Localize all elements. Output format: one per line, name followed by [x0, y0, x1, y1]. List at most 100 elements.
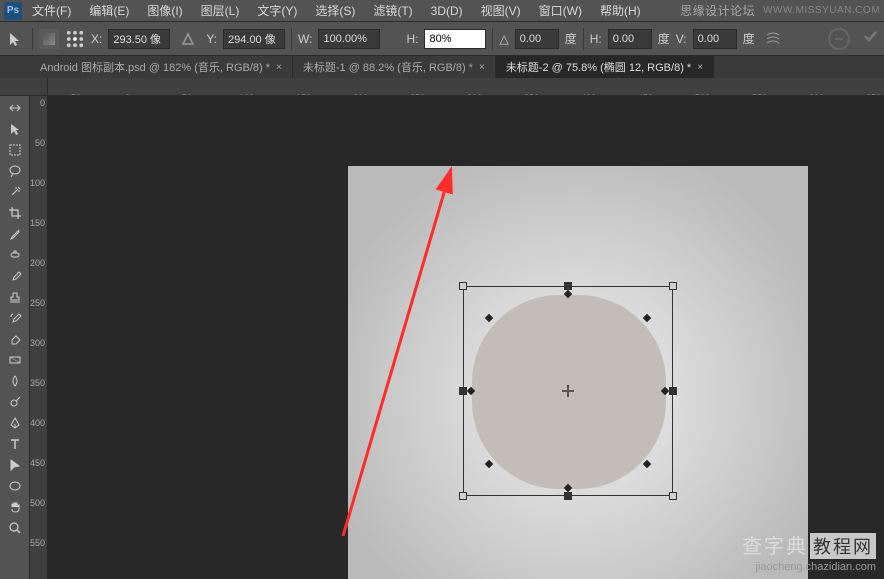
type-tool-icon[interactable]	[5, 434, 25, 454]
w-input[interactable]	[318, 29, 380, 49]
wand-tool-icon[interactable]	[5, 182, 25, 202]
y-input[interactable]	[223, 29, 285, 49]
healing-tool-icon[interactable]	[5, 245, 25, 265]
v-skew-unit: 度	[743, 30, 755, 47]
x-input[interactable]	[108, 29, 170, 49]
menu-window[interactable]: 窗口(W)	[531, 0, 590, 21]
h-skew-input[interactable]	[608, 29, 652, 49]
w-label: W:	[298, 32, 312, 46]
anchor-point[interactable]	[485, 314, 493, 322]
separator	[291, 28, 292, 50]
hand-tool-icon[interactable]	[5, 497, 25, 517]
cancel-transform-button[interactable]	[828, 28, 850, 50]
menu-file[interactable]: 文件(F)	[24, 0, 79, 21]
ruler-horizontal[interactable]: -500501001502002503003504004505005506006…	[0, 78, 884, 96]
stamp-tool-icon[interactable]	[5, 287, 25, 307]
center-point-icon[interactable]	[562, 385, 574, 397]
ref-point-icon[interactable]	[39, 29, 59, 49]
menubar: Ps 文件(F) 编辑(E) 图像(I) 图层(L) 文字(Y) 选择(S) 滤…	[0, 0, 884, 22]
h-input[interactable]	[424, 29, 486, 49]
watermark-top: 思缘设计论坛 WWW.MISSYUAN.COM	[680, 2, 880, 19]
h-skew-unit: 度	[658, 30, 670, 47]
shape-tool-icon[interactable]	[5, 476, 25, 496]
h-label: H:	[406, 32, 418, 46]
transform-handle-tc[interactable]	[564, 282, 572, 290]
canvas-area[interactable]	[48, 96, 884, 579]
ref-point-grid[interactable]	[65, 29, 85, 49]
dodge-tool-icon[interactable]	[5, 392, 25, 412]
options-bar: X: Y: W: H: △ 度 H: 度 V: 度	[0, 22, 884, 56]
menu-3d[interactable]: 3D(D)	[423, 2, 471, 20]
app-logo[interactable]: Ps	[4, 2, 22, 20]
watermark-main: 查字典教程网	[742, 530, 876, 559]
close-icon[interactable]: ×	[276, 62, 282, 73]
transform-handle-mr[interactable]	[669, 387, 677, 395]
move-tool-icon[interactable]	[5, 119, 25, 139]
pen-tool-icon[interactable]	[5, 413, 25, 433]
angle-input[interactable]	[515, 29, 559, 49]
crop-tool-icon[interactable]	[5, 203, 25, 223]
watermark-top-cn: 思缘设计论坛	[680, 2, 755, 19]
link-wh-icon[interactable]	[386, 32, 400, 46]
path-select-icon[interactable]	[5, 455, 25, 475]
workspace: 050100150200250300350400450500550	[0, 96, 884, 579]
tab-document-1[interactable]: Android 图标副本.psd @ 182% (音乐, RGB/8) * ×	[30, 56, 293, 78]
anchor-point[interactable]	[643, 460, 651, 468]
delta-icon[interactable]	[176, 27, 200, 51]
menu-filter[interactable]: 滤镜(T)	[365, 0, 420, 21]
transform-handle-bl[interactable]	[459, 492, 467, 500]
anchor-point[interactable]	[485, 460, 493, 468]
eyedropper-tool-icon[interactable]	[5, 224, 25, 244]
close-icon[interactable]: ×	[697, 62, 703, 73]
watermark-box: 教程网	[810, 533, 876, 559]
menu-select[interactable]: 选择(S)	[307, 0, 363, 21]
watermark-bottom: 查字典教程网 jiaocheng.chazidian.com	[742, 530, 876, 573]
y-label: Y:	[206, 32, 217, 46]
transform-handle-bc[interactable]	[564, 492, 572, 500]
menu-edit[interactable]: 编辑(E)	[81, 0, 137, 21]
separator	[32, 28, 33, 50]
ruler-corner[interactable]	[30, 78, 48, 96]
transform-handle-tl[interactable]	[459, 282, 467, 290]
marquee-tool-icon[interactable]	[5, 140, 25, 160]
tab-label: 未标题-2 @ 75.8% (椭圆 12, RGB/8) *	[506, 59, 691, 75]
menu-layer[interactable]: 图层(L)	[193, 0, 248, 21]
anchor-point[interactable]	[643, 314, 651, 322]
menu-view[interactable]: 视图(V)	[473, 0, 529, 21]
eraser-tool-icon[interactable]	[5, 329, 25, 349]
watermark-url: jiaocheng.chazidian.com	[742, 561, 876, 573]
lasso-tool-icon[interactable]	[5, 161, 25, 181]
history-brush-icon[interactable]	[5, 308, 25, 328]
x-label: X:	[91, 32, 102, 46]
zoom-tool-icon[interactable]	[5, 518, 25, 538]
tab-label: 未标题-1 @ 88.2% (音乐, RGB/8) *	[303, 59, 473, 75]
handle-icon[interactable]	[5, 98, 25, 118]
transform-bounding-box[interactable]	[463, 286, 673, 496]
brush-tool-icon[interactable]	[5, 266, 25, 286]
commit-transform-button[interactable]	[862, 28, 878, 49]
transform-handle-br[interactable]	[669, 492, 677, 500]
watermark-top-en: WWW.MISSYUAN.COM	[763, 5, 880, 16]
v-skew-label: V:	[676, 32, 687, 46]
toolbox	[0, 96, 30, 579]
document-tabs: Android 图标副本.psd @ 182% (音乐, RGB/8) * × 未…	[0, 56, 884, 78]
tab-document-2[interactable]: 未标题-1 @ 88.2% (音乐, RGB/8) * ×	[293, 56, 496, 78]
transform-handle-ml[interactable]	[459, 387, 467, 395]
close-icon[interactable]: ×	[479, 62, 485, 73]
v-skew-input[interactable]	[693, 29, 737, 49]
menu-type[interactable]: 文字(Y)	[249, 0, 305, 21]
separator	[492, 28, 493, 50]
tab-document-3[interactable]: 未标题-2 @ 75.8% (椭圆 12, RGB/8) * ×	[496, 56, 714, 78]
angle-label: △	[499, 32, 508, 46]
menu-help[interactable]: 帮助(H)	[592, 0, 649, 21]
cursor-tool-icon[interactable]	[6, 29, 26, 49]
ruler-vertical[interactable]: 050100150200250300350400450500550	[30, 96, 48, 579]
h-skew-label: H:	[590, 32, 602, 46]
warp-icon[interactable]	[761, 27, 785, 51]
transform-handle-tr[interactable]	[669, 282, 677, 290]
blur-tool-icon[interactable]	[5, 371, 25, 391]
gradient-tool-icon[interactable]	[5, 350, 25, 370]
menubar-left: Ps 文件(F) 编辑(E) 图像(I) 图层(L) 文字(Y) 选择(S) 滤…	[4, 0, 649, 21]
menu-image[interactable]: 图像(I)	[139, 0, 190, 21]
tab-label: Android 图标副本.psd @ 182% (音乐, RGB/8) *	[40, 59, 270, 75]
